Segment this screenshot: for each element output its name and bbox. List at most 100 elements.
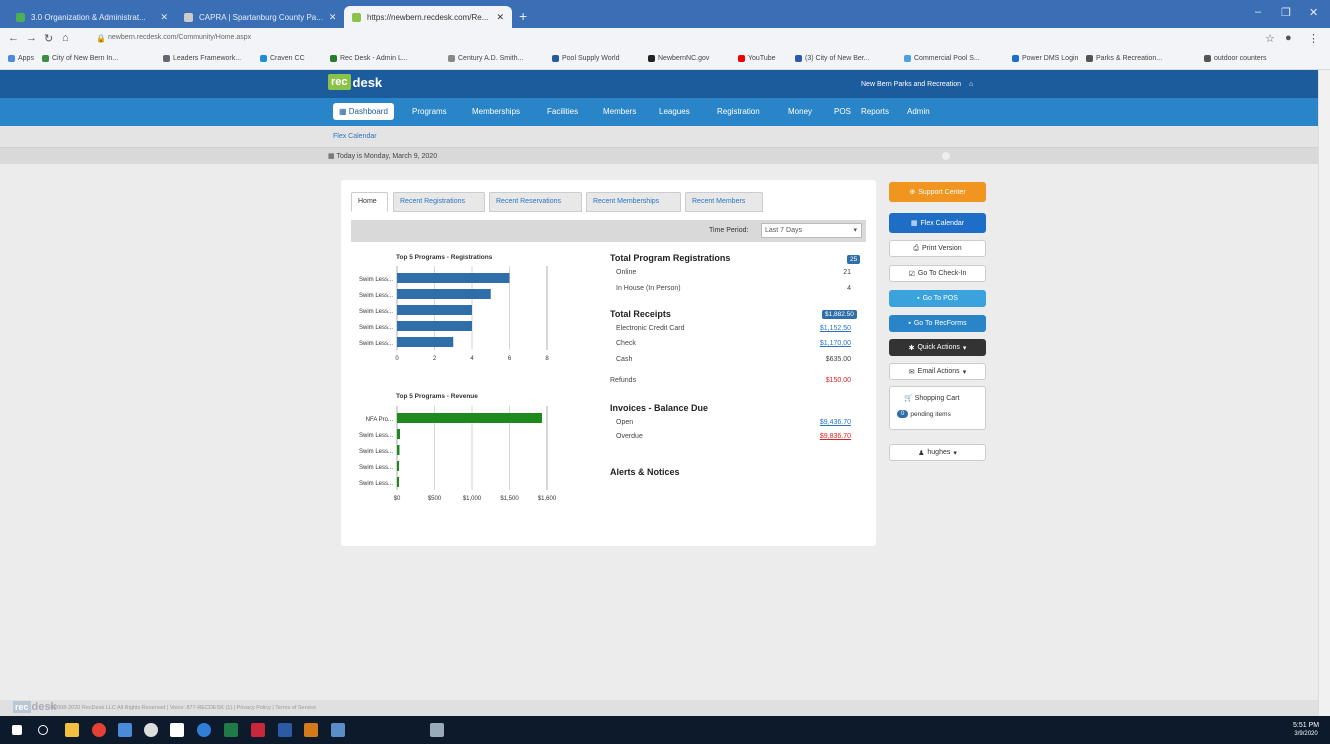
chart-bar[interactable] xyxy=(397,461,399,471)
start-icon[interactable] xyxy=(12,725,22,735)
chart-bar[interactable] xyxy=(397,477,399,487)
new-tab-button[interactable]: + xyxy=(519,8,527,24)
nav-memberships[interactable]: Memberships xyxy=(472,107,520,116)
page-scrollbar[interactable] xyxy=(1318,70,1330,716)
bookmark-item[interactable]: Century A.D. Smith... xyxy=(448,55,523,62)
app-icon[interactable] xyxy=(170,723,184,737)
overdue-value[interactable]: $9,836.70 xyxy=(791,433,851,440)
email-actions-button[interactable]: ✉ Email Actions ▾ xyxy=(889,363,986,380)
bookmark-item[interactable]: YouTube xyxy=(738,55,776,62)
bookmark-item[interactable]: outdoor counters xyxy=(1204,55,1267,62)
overdue-label: Overdue xyxy=(616,433,643,440)
bookmark-item[interactable]: NewbernNC.gov xyxy=(648,55,709,62)
nav-pos[interactable]: POS xyxy=(834,107,851,116)
dashboard-toggle[interactable] xyxy=(942,152,950,160)
bookmark-item[interactable]: Pool Supply World xyxy=(552,55,619,62)
bookmark-item[interactable]: Leaders Framework... xyxy=(163,55,241,62)
nav-dashboard[interactable]: ▦ Dashboard xyxy=(333,103,394,120)
chart-bar[interactable] xyxy=(397,289,491,299)
maximize-button[interactable]: ❐ xyxy=(1281,6,1291,19)
close-tab-icon[interactable]: ✕ xyxy=(160,12,168,23)
x-tick-label: 0 xyxy=(395,356,399,362)
chrome-icon[interactable] xyxy=(92,723,106,737)
nav-money[interactable]: Money xyxy=(788,107,812,116)
file-explorer-icon[interactable] xyxy=(65,723,79,737)
nav-registration[interactable]: Registration xyxy=(717,107,760,116)
flex-calendar-button[interactable]: ▦ Flex Calendar xyxy=(889,213,986,233)
tab-home[interactable]: Home xyxy=(351,192,388,212)
bookmark-item[interactable]: Power DMS Login xyxy=(1012,55,1078,62)
app-icon[interactable] xyxy=(118,723,132,737)
app-icon[interactable] xyxy=(430,723,444,737)
chart-bar[interactable] xyxy=(397,429,400,439)
nav-programs[interactable]: Programs xyxy=(412,107,447,116)
minimize-button[interactable]: – xyxy=(1255,6,1261,18)
close-tab-icon[interactable]: ✕ xyxy=(496,12,504,23)
bookmark-item[interactable]: Rec Desk - Admin L... xyxy=(330,55,408,62)
bookmark-item[interactable]: Craven CC xyxy=(260,55,305,62)
chart-bar[interactable] xyxy=(397,413,542,423)
nav-admin[interactable]: Admin xyxy=(907,107,930,116)
excel-icon[interactable] xyxy=(224,723,238,737)
bookmark-apps[interactable]: Apps xyxy=(8,55,34,62)
home-icon[interactable]: ⌂ xyxy=(969,81,973,88)
system-clock[interactable]: 5:51 PM 3/9/2020 xyxy=(1293,721,1319,739)
edge-icon[interactable] xyxy=(197,723,211,737)
bookmarks-bar: Apps City of New Bern In... Leaders Fram… xyxy=(0,50,1330,70)
open-label: Open xyxy=(616,419,634,426)
search-icon[interactable] xyxy=(38,725,48,735)
nav-leagues[interactable]: Leagues xyxy=(659,107,690,116)
print-version-button[interactable]: ⎙ Print Version xyxy=(889,240,986,257)
url-input[interactable]: newbern.recdesk.com/Community/Home.aspx xyxy=(108,34,251,41)
profile-icon[interactable]: ● xyxy=(1285,32,1292,44)
app-icon[interactable] xyxy=(144,723,158,737)
app-icon[interactable] xyxy=(331,723,345,737)
chart-bar[interactable] xyxy=(397,273,510,283)
flex-calendar-link[interactable]: Flex Calendar xyxy=(333,133,377,140)
total-receipts-title: Total Receipts xyxy=(610,309,671,319)
time-period-label: Time Period: xyxy=(709,227,749,234)
bookmark-item[interactable]: (3) City of New Ber... xyxy=(795,55,870,62)
check-in-button[interactable]: ☑ Go To Check-In xyxy=(889,265,986,282)
bookmark-item[interactable]: Parks & Recreation... xyxy=(1086,55,1162,62)
home-icon[interactable]: ⌂ xyxy=(62,32,69,44)
recdesk-logo[interactable]: rec desk xyxy=(328,74,382,90)
close-tab-icon[interactable]: ✕ xyxy=(329,12,337,23)
credit-card-value[interactable]: $1,152.50 xyxy=(791,325,851,332)
nav-facilities[interactable]: Facilities xyxy=(547,107,578,116)
nav-reports[interactable]: Reports xyxy=(861,107,889,116)
back-icon[interactable]: ← xyxy=(8,32,19,44)
reload-icon[interactable]: ↻ xyxy=(44,32,53,45)
go-to-recforms-button[interactable]: ▪ Go To RecForms xyxy=(889,315,986,332)
tab-recent-memberships[interactable]: Recent Memberships xyxy=(586,192,681,212)
bookmark-icon xyxy=(1086,55,1093,62)
shopping-cart-box[interactable]: 🛒 Shopping Cart 0 pending items xyxy=(889,386,986,430)
browser-tab[interactable]: CAPRA | Spartanburg County Pa... ✕ xyxy=(176,6,344,28)
word-icon[interactable] xyxy=(278,723,292,737)
menu-icon[interactable]: ⋮ xyxy=(1308,32,1319,45)
chart-bar[interactable] xyxy=(397,321,472,331)
chart-bar[interactable] xyxy=(397,305,472,315)
chart-bar[interactable] xyxy=(397,337,454,347)
star-icon[interactable]: ☆ xyxy=(1265,32,1275,45)
nav-members[interactable]: Members xyxy=(603,107,636,116)
user-menu-button[interactable]: ♟ hughes ▾ xyxy=(889,444,986,461)
check-value[interactable]: $1,170.00 xyxy=(791,340,851,347)
chart-bar[interactable] xyxy=(397,445,400,455)
bookmark-item[interactable]: City of New Bern In... xyxy=(42,55,118,62)
support-center-button[interactable]: ⊕ Support Center xyxy=(889,182,986,202)
browser-tab-active[interactable]: https://newbern.recdesk.com/Re... ✕ xyxy=(344,6,512,28)
quick-actions-button[interactable]: ✱ Quick Actions ▾ xyxy=(889,339,986,356)
tab-recent-members[interactable]: Recent Members xyxy=(685,192,763,212)
open-value[interactable]: $9,436.70 xyxy=(791,419,851,426)
tab-recent-reservations[interactable]: Recent Reservations xyxy=(489,192,582,212)
app-icon[interactable] xyxy=(304,723,318,737)
access-icon[interactable] xyxy=(251,723,265,737)
bookmark-item[interactable]: Commercial Pool S... xyxy=(904,55,980,62)
forward-icon[interactable]: → xyxy=(26,32,37,44)
tab-recent-registrations[interactable]: Recent Registrations xyxy=(393,192,485,212)
browser-tab[interactable]: 3.0 Organization & Administrat... ✕ xyxy=(8,6,176,28)
close-window-button[interactable]: ✕ xyxy=(1309,6,1318,19)
time-period-select[interactable]: Last 7 Days ▾ xyxy=(761,223,862,238)
go-to-pos-button[interactable]: ▪ Go To POS xyxy=(889,290,986,307)
